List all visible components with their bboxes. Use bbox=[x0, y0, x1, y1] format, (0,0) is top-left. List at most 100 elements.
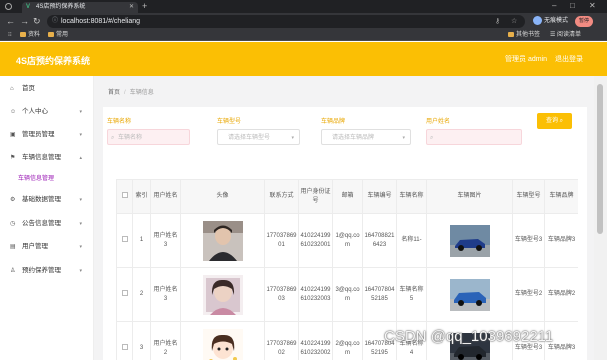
user-name-input[interactable]: ⌕ bbox=[426, 129, 522, 145]
scrollbar-thumb[interactable] bbox=[597, 84, 603, 234]
new-tab-button[interactable]: + bbox=[142, 1, 147, 11]
row-checkbox[interactable] bbox=[116, 213, 133, 268]
site-info-icon[interactable]: ⓘ bbox=[52, 15, 58, 28]
gear-icon: ⚙ bbox=[10, 197, 16, 203]
row-checkbox[interactable] bbox=[116, 321, 133, 360]
chevron-down-icon: ▾ bbox=[79, 221, 82, 227]
search-button-label: 查询 bbox=[545, 118, 558, 124]
tab-title: 4S店预约保养系统 bbox=[36, 4, 86, 10]
sidebar-item-notices[interactable]: ◷ 公告信息管理 ▾ bbox=[0, 217, 94, 231]
car-image[interactable] bbox=[449, 224, 490, 257]
search-icon: ⌕ bbox=[430, 135, 434, 141]
cell-model: 车辆型号2 bbox=[512, 267, 545, 322]
sidebar-item-users[interactable]: ▤ 用户管理 ▾ bbox=[0, 240, 94, 254]
user-icon: ☺ bbox=[10, 109, 17, 115]
cell-user: 用户姓名3 bbox=[150, 267, 181, 322]
search-button[interactable]: 查询 ⌕ bbox=[537, 113, 572, 129]
column-header: 车辆型号 bbox=[512, 179, 545, 214]
sidebar: ⌂ 首页 ☺ 个人中心 ▾ ▣ 管理员管理 ▾ ⚑ 车辆信息管理 ▴ 车辆信息管… bbox=[0, 76, 94, 360]
bookmark-folder-1[interactable]: 资料 bbox=[20, 31, 40, 40]
reading-list[interactable]: ☰ 阅读清单 bbox=[550, 31, 581, 40]
page-scrollbar[interactable] bbox=[594, 76, 607, 360]
breadcrumb-current: 车辆信息 bbox=[129, 90, 154, 96]
avatar-image[interactable] bbox=[202, 328, 243, 360]
sidebar-item-label: 首页 bbox=[22, 85, 35, 92]
table-row[interactable]: 2 用户姓名3 17703786903 410224199610232003 3… bbox=[116, 267, 578, 322]
sidebar-item-appointments[interactable]: ♙ 预约保养管理 ▾ bbox=[0, 264, 94, 278]
incognito-label: 无痕模式 bbox=[544, 18, 569, 25]
sidebar-item-label: 用户管理 bbox=[22, 243, 48, 250]
bookmark-folder-2[interactable]: 常用 bbox=[48, 31, 68, 40]
bookmark-apps-icon[interactable]: ⁝⁝ bbox=[8, 31, 12, 40]
cell-phone: 17703786901 bbox=[264, 213, 299, 268]
search-icon: ⌕ bbox=[111, 135, 115, 141]
chevron-down-icon: ▾ bbox=[291, 135, 294, 141]
minimize-button[interactable]: – bbox=[552, 1, 556, 10]
close-window-button[interactable]: ✕ bbox=[589, 1, 596, 10]
content-panel: 车辆名称 ⌕ 车辆名称 车辆型号 请选择车辆型号 ▾ 车辆品牌 请选择车辆品牌 ▾… bbox=[103, 107, 587, 360]
column-header: 车辆品牌 bbox=[544, 179, 578, 214]
car-image[interactable] bbox=[449, 278, 490, 311]
tab-close-icon[interactable]: ✕ bbox=[129, 2, 134, 13]
column-header: 车辆图片 bbox=[426, 179, 513, 214]
car-model-select[interactable]: 请选择车辆型号 ▾ bbox=[217, 129, 300, 145]
sidebar-item-label: 基础数据管理 bbox=[22, 196, 61, 203]
bookmark-label: 其他书签 bbox=[516, 32, 541, 38]
chevron-down-icon: ▾ bbox=[79, 268, 82, 274]
row-checkbox[interactable] bbox=[116, 267, 133, 322]
other-bookmarks[interactable]: 其他书签 bbox=[508, 31, 540, 40]
car-brand-select[interactable]: 请选择车辆品牌 ▾ bbox=[321, 129, 411, 145]
sidebar-item-home[interactable]: ⌂ 首页 bbox=[0, 82, 94, 96]
cell-id-card: 410224199610232001 bbox=[298, 213, 333, 268]
vue-favicon-icon: V bbox=[26, 4, 31, 10]
incognito-indicator[interactable]: 无痕模式 bbox=[533, 16, 568, 27]
cell-user: 用户姓名2 bbox=[150, 321, 181, 360]
sidebar-item-label: 公告信息管理 bbox=[22, 220, 61, 227]
logout-button[interactable]: 退出登录 bbox=[555, 54, 583, 64]
sidebar-item-base-data[interactable]: ⚙ 基础数据管理 ▾ bbox=[0, 193, 94, 207]
cell-email: 2@qq.com bbox=[332, 321, 363, 360]
bookmark-label: 资料 bbox=[28, 32, 41, 38]
sidebar-item-cars[interactable]: ⚑ 车辆信息管理 ▴ bbox=[0, 151, 94, 165]
cell-index: 3 bbox=[132, 321, 151, 360]
breadcrumb-separator: / bbox=[124, 90, 126, 96]
reading-list-icon: ☰ bbox=[550, 32, 558, 38]
cell-user: 用户姓名3 bbox=[150, 213, 181, 268]
sidebar-subitem-car-info[interactable]: 车辆信息管理 bbox=[18, 174, 54, 184]
app-header: 4S店预约保养系统 管理员 admin 退出登录 bbox=[0, 42, 607, 76]
url-text: localhost:8081/#/cheliang bbox=[61, 18, 141, 25]
cell-index: 2 bbox=[132, 267, 151, 322]
bookmark-star-icon[interactable]: ☆ bbox=[511, 15, 517, 28]
bookmarks-bar: ⁝⁝ 资料 常用 其他书签 ☰ 阅读清单 bbox=[0, 30, 607, 41]
browser-menu-icon[interactable] bbox=[5, 3, 12, 10]
select-all-checkbox[interactable] bbox=[116, 179, 133, 214]
cell-id-card: 410224199610232003 bbox=[298, 267, 333, 322]
sidebar-item-admins[interactable]: ▣ 管理员管理 ▾ bbox=[0, 128, 94, 142]
table-row[interactable]: 1 用户姓名3 17703786901 410224199610232001 1… bbox=[116, 213, 578, 268]
forward-arrow-icon[interactable]: → bbox=[20, 16, 29, 26]
car-name-input[interactable]: ⌕ 车辆名称 bbox=[107, 129, 190, 145]
maximize-button[interactable]: □ bbox=[570, 1, 575, 10]
reload-icon[interactable]: ↻ bbox=[33, 16, 41, 26]
back-arrow-icon[interactable]: ← bbox=[6, 16, 15, 26]
incognito-avatar-icon bbox=[533, 16, 542, 25]
sidebar-item-label: 预约保养管理 bbox=[22, 267, 61, 274]
breadcrumb-home[interactable]: 首页 bbox=[108, 90, 120, 96]
key-icon[interactable]: ⚷ bbox=[495, 15, 500, 28]
browser-tab[interactable]: V 4S店预约保养系统 ✕ bbox=[22, 2, 138, 13]
calendar-icon: ♙ bbox=[10, 268, 16, 274]
avatar-image[interactable] bbox=[202, 220, 243, 261]
address-bar[interactable]: ⓘ localhost:8081/#/cheliang ⚷ ☆ bbox=[47, 15, 525, 28]
csdn-watermark: CSDN @qq_1039692211 bbox=[384, 328, 554, 345]
cell-phone: 17703786903 bbox=[264, 267, 299, 322]
sidebar-item-profile[interactable]: ☺ 个人中心 ▾ bbox=[0, 105, 94, 119]
folder-icon bbox=[20, 31, 26, 37]
admin-label: 管理员 admin bbox=[505, 56, 548, 63]
paused-badge[interactable]: 暂停 bbox=[575, 16, 594, 27]
admin-icon: ▣ bbox=[10, 132, 16, 138]
cell-car-name: 车辆名称5 bbox=[396, 267, 427, 322]
app-title: 4S店预约保养系统 bbox=[16, 56, 91, 66]
cell-car-no: 1647088216423 bbox=[362, 213, 397, 268]
avatar-image[interactable] bbox=[202, 274, 243, 315]
car-model-placeholder: 请选择车辆型号 bbox=[228, 135, 271, 141]
